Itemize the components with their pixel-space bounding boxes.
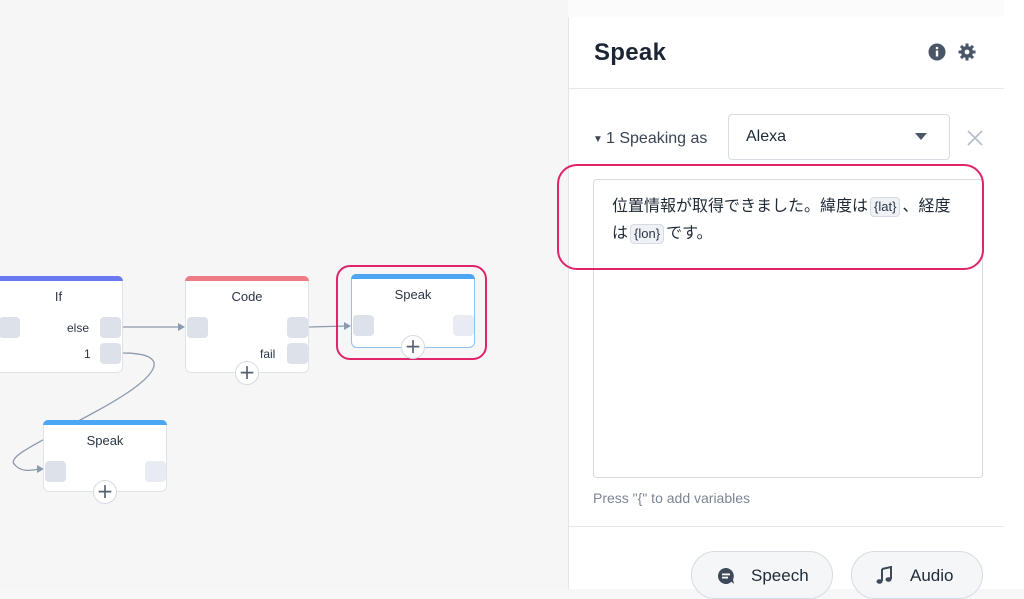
if-input-port[interactable] [0, 317, 20, 338]
gear-icon[interactable] [958, 43, 976, 61]
else-output-port[interactable] [100, 317, 121, 338]
speak-lower-node-bar [43, 420, 167, 425]
code-node-title: Code [231, 289, 263, 304]
speak-output-port[interactable] [453, 315, 474, 336]
panel-title: Speak [594, 39, 667, 66]
code-node-bar [185, 276, 309, 281]
one-output-port[interactable] [100, 343, 121, 364]
speak-node-selected[interactable]: Speak + [351, 274, 475, 359]
speak-input-port[interactable] [353, 315, 374, 336]
music-note-icon [876, 566, 892, 584]
speak-add-button[interactable]: + [401, 335, 425, 359]
close-icon[interactable] [964, 127, 986, 149]
if-node-bar [0, 276, 123, 281]
info-icon[interactable] [928, 43, 946, 61]
flow-canvas[interactable]: If else 1 Code fail + Speak + Speak + [0, 0, 568, 589]
if-node-title: If [54, 289, 63, 304]
speak-node-lower[interactable]: Speak + [43, 420, 167, 504]
fail-output-port[interactable] [287, 343, 308, 364]
speak-lower-node-title: Speak [86, 433, 124, 448]
panel-divider [569, 88, 1004, 89]
speech-bubble-icon [717, 568, 734, 584]
speech-button-label: Speech [751, 566, 809, 585]
speak-editor-panel: Speak ▼ 1 Speaking as Alexa 位置情報が取得できました… [557, 17, 1004, 599]
voice-select-value: Alexa [746, 128, 787, 145]
variables-hint: Press "{" to add variables [593, 490, 751, 506]
add-speech-button[interactable]: Speech [691, 551, 833, 599]
chevron-down-icon [915, 133, 927, 140]
text-highlight [557, 164, 984, 270]
panel-divider [569, 526, 1004, 527]
speak-node-title: Speak [394, 287, 432, 302]
speak-lower-add-button[interactable]: + [93, 480, 117, 504]
speak-node-bar [351, 274, 475, 279]
code-output-port[interactable] [287, 317, 308, 338]
code-node[interactable]: Code fail + [185, 276, 309, 385]
speak-lower-output-port[interactable] [145, 461, 166, 482]
code-input-port[interactable] [187, 317, 208, 338]
add-audio-button[interactable]: Audio [851, 551, 983, 599]
window-edge [1004, 0, 1024, 589]
speaking-as-label[interactable]: 1 Speaking as [606, 130, 707, 148]
if-node[interactable]: If else 1 [0, 276, 123, 373]
fail-port-label: fail [260, 347, 276, 361]
audio-button-label: Audio [910, 566, 954, 585]
collapse-caret-icon[interactable]: ▼ [593, 134, 603, 145]
code-add-button[interactable]: + [235, 361, 259, 385]
one-port-label: 1 [84, 347, 91, 361]
voice-select[interactable]: Alexa [728, 114, 950, 160]
else-port-label: else [67, 321, 90, 335]
speak-lower-input-port[interactable] [45, 461, 66, 482]
